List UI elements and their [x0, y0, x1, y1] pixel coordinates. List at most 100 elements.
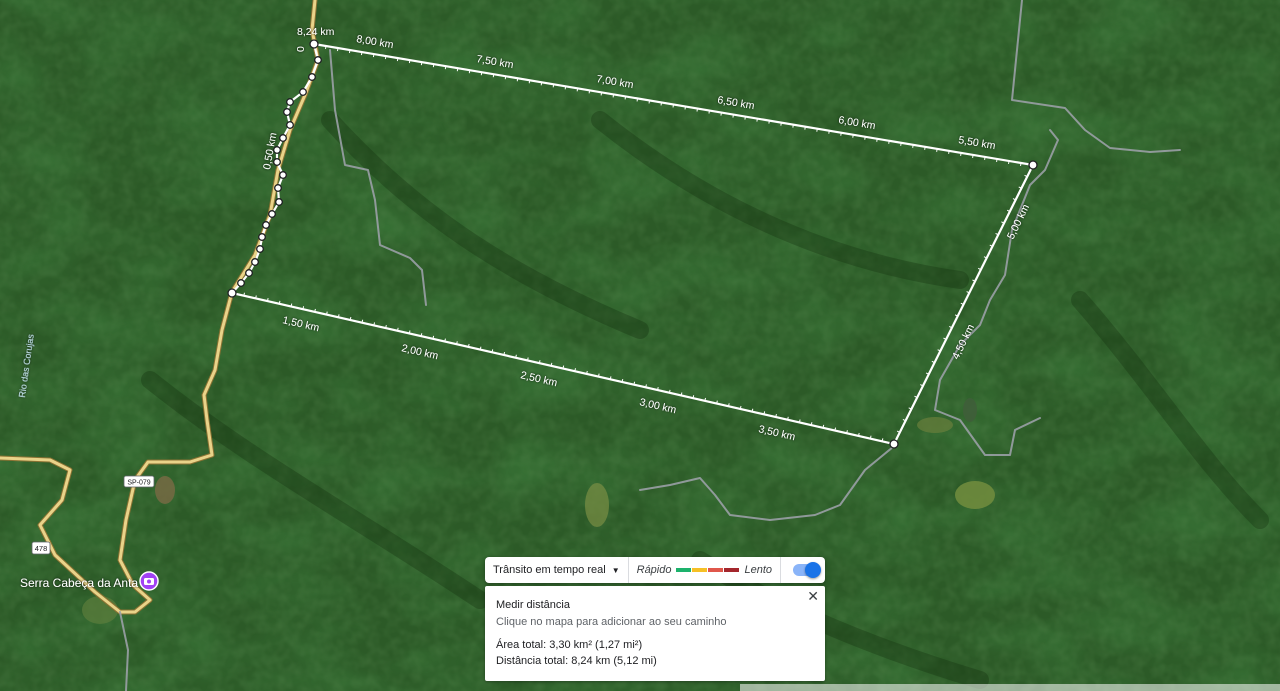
- tick-mark: [456, 341, 458, 345]
- tick-mark: [704, 397, 707, 401]
- measure-point[interactable]: [283, 108, 291, 116]
- tick-mark: [633, 381, 636, 385]
- measure-distance-panel: Medir distância Clique no mapa para adic…: [485, 586, 825, 681]
- tick-mark: [408, 330, 411, 334]
- tick-mark: [716, 400, 718, 404]
- tick-mark: [798, 419, 801, 423]
- measure-point[interactable]: [299, 88, 307, 96]
- total-distance: Distância total: 8,24 km (5,12 mi): [496, 655, 657, 667]
- traffic-legend: Rápido Lento: [629, 557, 782, 583]
- measure-point[interactable]: [258, 233, 266, 241]
- tick-mark: [775, 413, 777, 418]
- tick-mark: [527, 357, 529, 361]
- tick-mark: [574, 368, 576, 372]
- tick-mark: [834, 427, 837, 431]
- traffic-toggle[interactable]: [793, 562, 822, 578]
- place-label: Serra Cabeça da Anta: [20, 576, 138, 590]
- tick-mark: [586, 370, 588, 375]
- measure-point[interactable]: [227, 288, 237, 298]
- measure-point[interactable]: [314, 56, 322, 64]
- tick-mark: [822, 424, 825, 428]
- tick-mark: [491, 349, 494, 353]
- tick-mark: [266, 298, 269, 302]
- tick-mark: [858, 432, 860, 437]
- tick-mark: [597, 373, 600, 377]
- panel-hint: Clique no mapa para adicionar ao seu cam…: [496, 616, 727, 628]
- measure-point[interactable]: [256, 245, 264, 253]
- tick-mark: [243, 292, 245, 296]
- tick-mark: [397, 327, 399, 331]
- measure-point[interactable]: [279, 171, 287, 179]
- tick-mark: [869, 435, 872, 439]
- tick-mark: [609, 376, 612, 380]
- measure-point[interactable]: [268, 210, 276, 218]
- tick-mark: [668, 389, 671, 393]
- total-distance-label: 8,24 km: [297, 26, 335, 38]
- legend-swatch-yellow: [692, 568, 708, 572]
- tick-mark: [728, 403, 730, 407]
- measure-point[interactable]: [251, 258, 259, 266]
- measure-point[interactable]: [309, 39, 319, 49]
- measure-point[interactable]: [1028, 160, 1038, 170]
- tick-mark: [302, 306, 305, 310]
- road-shield-478: 478: [31, 541, 51, 555]
- origin-label: 0: [295, 46, 307, 52]
- legend-slow-label: Lento: [744, 564, 773, 576]
- tick-mark: [337, 314, 340, 318]
- tick-mark: [444, 338, 446, 342]
- tick-mark: [479, 346, 482, 350]
- tick-mark: [538, 360, 541, 364]
- tick-mark: [503, 351, 506, 356]
- tick-mark: [290, 303, 293, 307]
- tick-mark: [373, 322, 376, 326]
- traffic-dropdown-label: Trânsito em tempo real: [493, 564, 606, 576]
- tick-mark: [432, 335, 435, 339]
- traffic-dropdown[interactable]: Trânsito em tempo real ▼: [485, 557, 629, 583]
- legend-swatch-red: [708, 568, 724, 572]
- total-area: Área total: 3,30 km² (1,27 mi²): [496, 639, 643, 651]
- traffic-layer-bar: Trânsito em tempo real ▼ Rápido Lento: [485, 557, 825, 583]
- tick-mark: [846, 430, 848, 434]
- measure-point[interactable]: [245, 269, 253, 277]
- measure-point[interactable]: [279, 134, 287, 142]
- map-attribution-strip: [740, 684, 1280, 691]
- panel-title: Medir distância: [496, 599, 570, 611]
- measure-point[interactable]: [262, 221, 270, 229]
- measure-point[interactable]: [889, 439, 899, 449]
- tick-mark: [314, 308, 316, 312]
- tick-mark: [515, 354, 517, 358]
- tick-mark: [810, 422, 813, 426]
- measure-point[interactable]: [286, 121, 294, 129]
- tick-mark: [621, 378, 624, 383]
- legend-swatch-darkred: [724, 568, 740, 572]
- tick-mark: [361, 319, 364, 323]
- tick-mark: [787, 416, 789, 420]
- svg-text:SP-079: SP-079: [127, 480, 150, 487]
- tick-mark: [751, 408, 754, 412]
- tick-mark: [881, 438, 884, 442]
- tick-mark: [645, 384, 647, 388]
- toggle-knob: [805, 562, 822, 578]
- tick-mark: [255, 295, 257, 299]
- tick-mark: [467, 343, 470, 348]
- tick-mark: [349, 316, 352, 321]
- measure-point[interactable]: [308, 73, 316, 81]
- close-icon[interactable]: ✕: [807, 588, 819, 605]
- tick-mark: [420, 333, 423, 337]
- tick-mark: [763, 411, 766, 415]
- measure-point[interactable]: [286, 98, 294, 106]
- measure-point[interactable]: [274, 184, 282, 192]
- svg-text:478: 478: [35, 544, 48, 553]
- tick-mark: [278, 300, 281, 304]
- legend-swatch-green: [676, 568, 692, 572]
- tick-mark: [692, 395, 695, 399]
- tick-mark: [562, 365, 565, 369]
- road-shield-sp079: SP-079: [123, 475, 155, 488]
- measure-point[interactable]: [275, 198, 283, 206]
- tick-mark: [739, 405, 742, 410]
- tick-mark: [326, 311, 328, 315]
- legend-fast-label: Rápido: [636, 564, 672, 576]
- caret-down-icon: ▼: [611, 565, 620, 575]
- measure-point[interactable]: [237, 279, 245, 287]
- tick-mark: [657, 387, 659, 391]
